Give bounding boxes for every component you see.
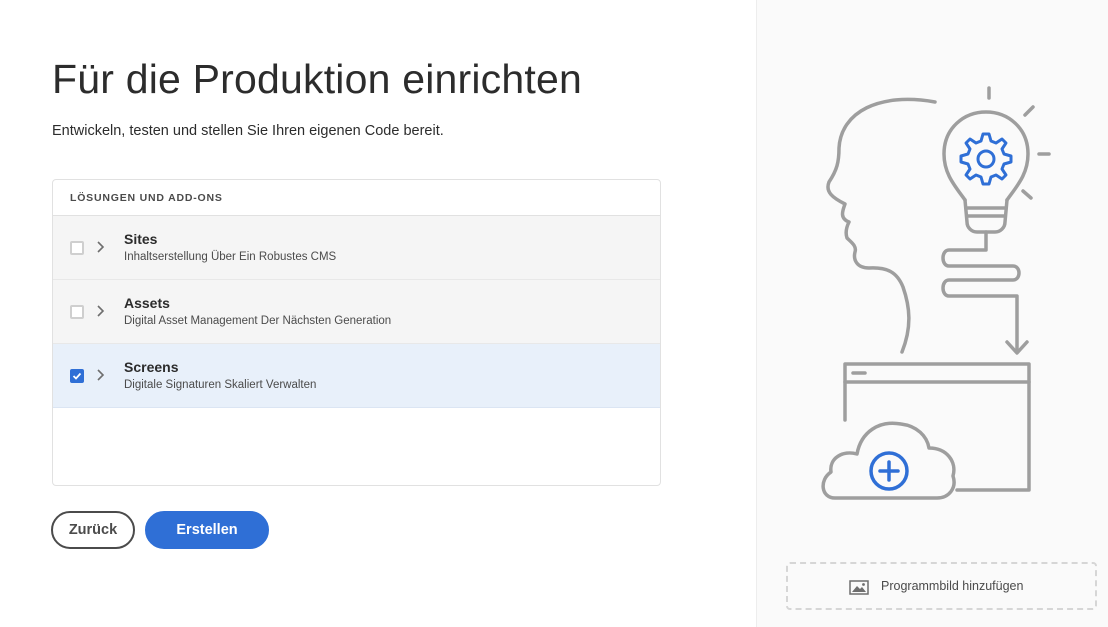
chevron-right-icon[interactable] bbox=[96, 240, 106, 254]
page-title: Für die Produktion einrichten bbox=[52, 56, 582, 102]
chevron-right-icon[interactable] bbox=[96, 304, 106, 318]
checkmark-icon bbox=[72, 372, 82, 380]
solution-title: Screens bbox=[124, 359, 179, 375]
solution-description: Digitale Signaturen Skaliert Verwalten bbox=[124, 379, 317, 391]
add-image-label: Programmbild hinzufügen bbox=[881, 579, 1024, 593]
solution-row-sites[interactable]: Sites Inhaltserstellung Über Ein Robuste… bbox=[53, 216, 660, 280]
solutions-header: LÖSUNGEN UND ADD-ONS bbox=[53, 180, 660, 216]
illustration-sidebar: Programmbild hinzufügen bbox=[756, 0, 1108, 627]
solution-title: Assets bbox=[124, 295, 170, 311]
assets-checkbox[interactable] bbox=[70, 305, 84, 319]
solution-row-screens[interactable]: Screens Digitale Signaturen Skaliert Ver… bbox=[53, 344, 660, 408]
solution-row-assets[interactable]: Assets Digital Asset Management Der Näch… bbox=[53, 280, 660, 344]
add-program-image-button[interactable]: Programmbild hinzufügen bbox=[786, 562, 1097, 610]
create-button[interactable]: Erstellen bbox=[145, 511, 269, 549]
page-subtitle: Entwickeln, testen und stellen Sie Ihren… bbox=[52, 123, 444, 139]
chevron-right-icon[interactable] bbox=[96, 368, 106, 382]
sites-checkbox[interactable] bbox=[70, 241, 84, 255]
solution-description: Digital Asset Management Der Nächsten Ge… bbox=[124, 315, 392, 327]
screens-checkbox[interactable] bbox=[70, 369, 84, 383]
program-illustration bbox=[821, 86, 1051, 500]
image-icon bbox=[849, 580, 869, 595]
back-button[interactable]: Zurück bbox=[51, 511, 135, 549]
solutions-panel: LÖSUNGEN UND ADD-ONS Sites Inhaltserstel… bbox=[52, 179, 661, 486]
solution-description: Inhaltserstellung Über Ein Robustes CMS bbox=[124, 251, 337, 263]
solution-title: Sites bbox=[124, 231, 158, 247]
main-content: Für die Produktion einrichten Entwickeln… bbox=[0, 0, 756, 627]
